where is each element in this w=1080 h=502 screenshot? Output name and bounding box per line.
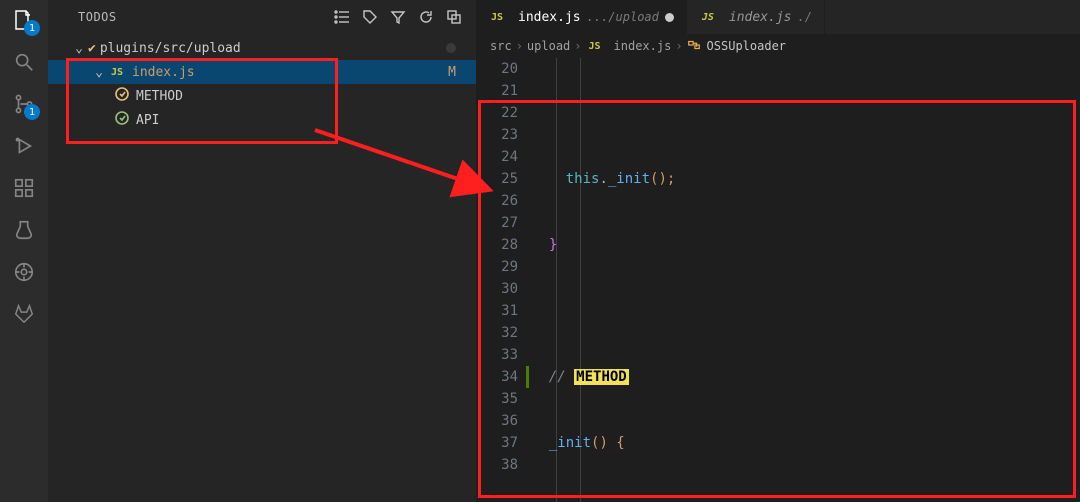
breadcrumb-part[interactable]: index.js bbox=[614, 39, 672, 53]
tab-label: index.js bbox=[729, 10, 792, 25]
tree-todo-label: API bbox=[136, 113, 159, 128]
api-badge-icon bbox=[114, 110, 130, 130]
tab-bar: JS index.js .../upload JS index.js ./ bbox=[476, 0, 1080, 34]
extensions-icon[interactable] bbox=[10, 174, 38, 202]
class-icon bbox=[687, 38, 701, 55]
chevron-down-icon: ⌄ bbox=[92, 65, 106, 80]
file-status-label: M bbox=[448, 65, 462, 80]
javascript-file-icon: JS bbox=[488, 12, 506, 23]
chevron-right-icon: › bbox=[574, 39, 581, 53]
editor-group: JS index.js .../upload JS index.js ./ sr… bbox=[476, 0, 1080, 502]
refresh-icon[interactable] bbox=[416, 9, 436, 25]
breadcrumbs[interactable]: src › upload › JS index.js › OSSUploader bbox=[476, 34, 1080, 58]
code-line[interactable]: // METHOD bbox=[532, 366, 1080, 388]
tab-inactive[interactable]: JS index.js ./ bbox=[687, 0, 825, 34]
list-icon[interactable] bbox=[332, 9, 352, 25]
code-line[interactable]: this._init(); bbox=[532, 168, 1080, 190]
code-body[interactable]: this._init(); } // METHOD _init() { this… bbox=[532, 58, 1080, 502]
todo-tree: ⌄ ✔ plugins/src/upload ⌄ JS index.js M M… bbox=[48, 34, 476, 132]
tree-todo-row[interactable]: METHOD bbox=[48, 84, 476, 108]
chevron-down-icon: ⌄ bbox=[72, 41, 86, 56]
debug-icon[interactable] bbox=[10, 132, 38, 160]
chevron-right-icon: › bbox=[516, 39, 523, 53]
tree-todo-row[interactable]: API bbox=[48, 108, 476, 132]
tree-folder-label: plugins/src/upload bbox=[100, 41, 241, 56]
explorer-icon[interactable]: 1 bbox=[10, 6, 38, 34]
side-panel: TODOS ⌄ ✔ plugins/src/upload ⌄ JS index.… bbox=[48, 0, 476, 502]
code-area[interactable]: 20 21 22 23 24 25 26 27 28 29 30 31 32 3… bbox=[476, 58, 1080, 502]
collapse-icon[interactable] bbox=[444, 9, 464, 25]
activity-bar: 1 1 bbox=[0, 0, 48, 502]
method-badge-icon bbox=[114, 86, 130, 106]
search-icon[interactable] bbox=[10, 48, 38, 76]
scm-badge: 1 bbox=[24, 104, 40, 120]
remote-icon[interactable] bbox=[10, 258, 38, 286]
filter-icon[interactable] bbox=[388, 9, 408, 25]
breadcrumb-part[interactable]: src bbox=[490, 39, 512, 53]
panel-header: TODOS bbox=[48, 0, 476, 34]
breadcrumb-part[interactable]: upload bbox=[527, 39, 570, 53]
javascript-file-icon: JS bbox=[108, 67, 126, 78]
tree-todo-label: METHOD bbox=[136, 89, 183, 104]
line-number-gutter: 20 21 22 23 24 25 26 27 28 29 30 31 32 3… bbox=[476, 58, 532, 502]
check-icon: ✔ bbox=[88, 41, 96, 56]
testing-icon[interactable] bbox=[10, 216, 38, 244]
code-line[interactable] bbox=[532, 300, 1080, 322]
javascript-file-icon: JS bbox=[586, 41, 604, 52]
source-control-icon[interactable]: 1 bbox=[10, 90, 38, 118]
code-line[interactable]: } bbox=[532, 234, 1080, 256]
tree-file-row[interactable]: ⌄ JS index.js M bbox=[48, 60, 476, 84]
explorer-badge: 1 bbox=[24, 20, 40, 36]
code-line[interactable]: _init() { bbox=[532, 432, 1080, 454]
tab-label: index.js bbox=[518, 10, 581, 25]
panel-title: TODOS bbox=[60, 10, 324, 24]
tab-active[interactable]: JS index.js .../upload bbox=[476, 0, 687, 34]
gitlab-icon[interactable] bbox=[10, 300, 38, 328]
tag-icon[interactable] bbox=[360, 9, 380, 25]
tab-subpath: ./ bbox=[798, 10, 812, 24]
dirty-dot-icon bbox=[446, 43, 456, 53]
modified-dot-icon bbox=[665, 13, 674, 22]
tab-subpath: .../upload bbox=[587, 10, 659, 24]
tree-file-label: index.js bbox=[132, 65, 195, 80]
code-line[interactable]: this.client = new OSS(this.config); bbox=[532, 498, 1080, 502]
breadcrumb-class[interactable]: OSSUploader bbox=[707, 39, 786, 53]
tree-folder-row[interactable]: ⌄ ✔ plugins/src/upload bbox=[48, 36, 476, 60]
chevron-right-icon: › bbox=[675, 39, 682, 53]
javascript-file-icon: JS bbox=[699, 12, 717, 23]
